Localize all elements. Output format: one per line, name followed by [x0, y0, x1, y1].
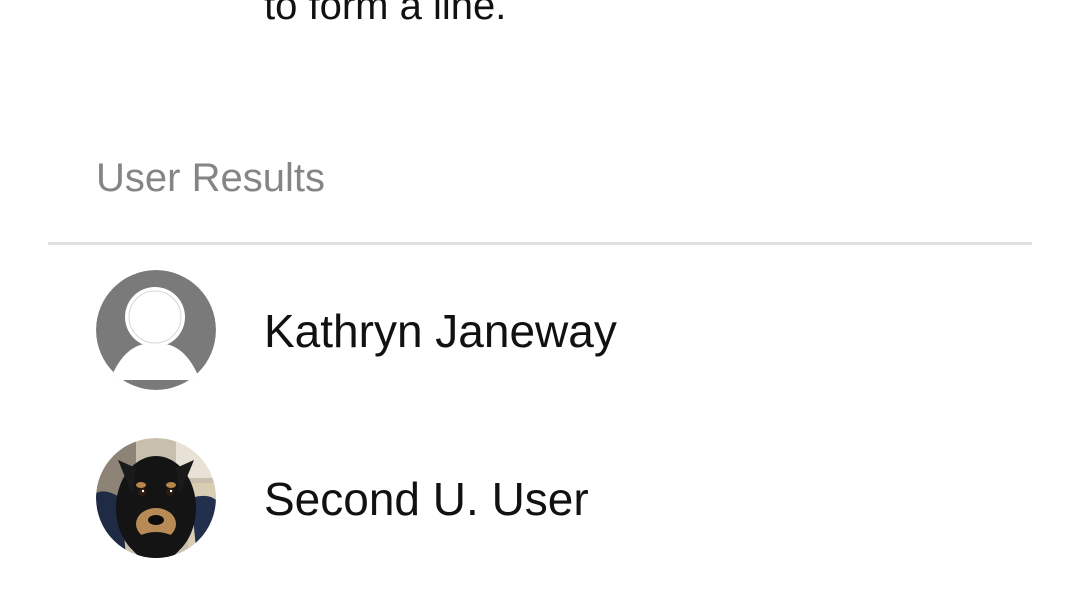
user-name: Second U. User: [264, 473, 589, 525]
dog-photo-avatar: [96, 438, 216, 558]
user-result-row[interactable]: Second U. User: [0, 414, 1080, 582]
user-name: Kathryn Janeway: [264, 305, 617, 357]
user-result-row[interactable]: Kathryn Janeway: [0, 246, 1080, 414]
previous-result-text: to form a line.: [264, 0, 507, 28]
section-divider: [48, 242, 1032, 245]
user-results-header: User Results: [96, 156, 325, 200]
search-results-page: to form a line. User Results Kathryn Jan…: [0, 0, 1080, 609]
default-person-icon: [96, 270, 216, 390]
